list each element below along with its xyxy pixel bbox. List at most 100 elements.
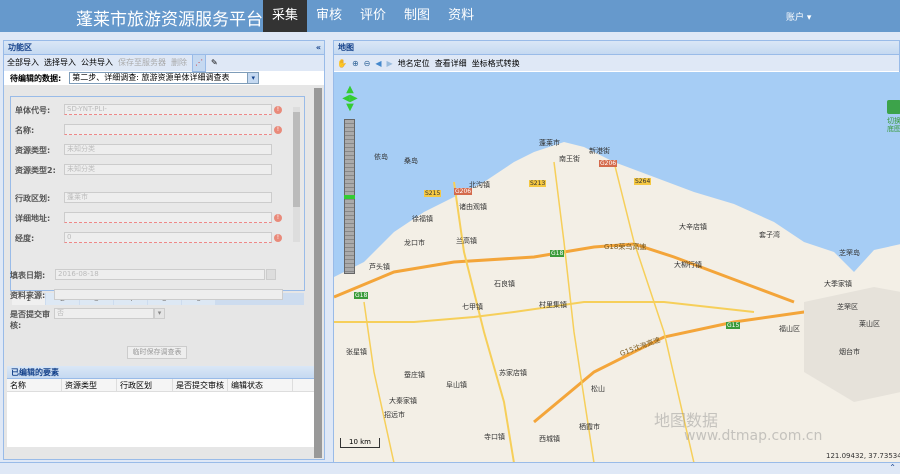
watermark: www.dtmap.com.cn [684, 428, 823, 444]
select-import-button[interactable]: 选择导入 [44, 55, 76, 71]
form-scrollbar[interactable] [293, 107, 300, 242]
field-label: 详细地址: [15, 214, 51, 223]
address-input[interactable] [64, 212, 272, 223]
edited-table-header: 名称 资源类型 行政区划 是否提交审核 编辑状态 [7, 379, 315, 392]
edit-data-label: 待编辑的数据: [10, 73, 62, 83]
expand-icon[interactable]: ⌃ [889, 463, 896, 472]
col-status[interactable]: 编辑状态 [228, 379, 293, 391]
panel-title: 功能区 [8, 43, 32, 52]
edit-data-select[interactable]: 第二步、详细调查: 旅游资源单体详细调查表 ▾ [69, 72, 260, 84]
function-toolbar: 全部导入 选择导入 公共导入 保存至服务器 删除 ⋰ ✎ [4, 54, 324, 72]
chevron-down-icon[interactable]: ▾ [247, 72, 260, 84]
road-shield: S264 [634, 178, 652, 185]
source-input[interactable] [54, 289, 283, 300]
view-details-button[interactable]: 查看详细 [435, 58, 467, 69]
col-submit[interactable]: 是否提交审核 [173, 379, 228, 391]
submit-review-select[interactable]: 否 [54, 308, 154, 319]
pan-control[interactable]: ▲ ◀▶ ▼ [341, 85, 359, 115]
code-input[interactable]: SD-YNT-PLI- [64, 104, 272, 115]
coordinate-readout: 121.09432, 37.73534 [826, 452, 900, 460]
place-label: 大辛店镇 [679, 223, 707, 231]
nav-review[interactable]: 审核 [307, 0, 351, 32]
place-label: 依岛 [374, 153, 388, 161]
resource-type-input[interactable]: 未知分类 [64, 144, 272, 155]
collapse-icon[interactable]: « [316, 41, 321, 55]
basemap-switch-label[interactable]: 底图 [887, 124, 900, 134]
temp-save-button[interactable]: 临时保存调查表 [127, 346, 187, 359]
place-label: 村里集镇 [539, 301, 567, 309]
col-type[interactable]: 资源类型 [62, 379, 117, 391]
place-label: 福山区 [779, 325, 800, 333]
col-name[interactable]: 名称 [7, 379, 62, 391]
nav-mapping[interactable]: 制图 [395, 0, 439, 32]
road-shield: S215 [424, 190, 442, 197]
field-label: 经度: [15, 234, 35, 243]
account-menu[interactable]: 账户 ▾ [786, 10, 811, 23]
bottom-bar: ⌃ [0, 462, 900, 474]
col-district[interactable]: 行政区划 [117, 379, 173, 391]
calendar-icon[interactable] [266, 269, 276, 280]
edit-pencil-icon[interactable]: ✎ [211, 55, 218, 71]
highway-label: G18荣乌高速 [604, 243, 647, 251]
field-label: 资源类型: [15, 146, 51, 155]
longitude-input[interactable]: 0 [64, 232, 272, 243]
pan-hand-icon[interactable]: ✋ [337, 59, 347, 68]
place-label: 莱山区 [859, 320, 880, 328]
nav-collect[interactable]: 采集 [263, 0, 308, 32]
map-panel: 地图 ✋ ⊕ ⊖ ◀ ▶ 地名定位 查看详细 坐标格式转换 蓬莱市 南王街 新港… [333, 40, 900, 463]
place-label: 大季家镇 [824, 280, 852, 288]
place-label: 芝罘岛 [839, 249, 860, 257]
place-label: 徐福镇 [412, 215, 433, 223]
warning-icon: ! [274, 106, 282, 114]
delete-button[interactable]: 删除 [171, 55, 187, 71]
edit-data-value: 第二步、详细调查: 旅游资源单体详细调查表 [72, 73, 230, 82]
road-shield: G15 [726, 322, 741, 329]
field-label: 资源类型2: [15, 166, 56, 175]
chevron-down-icon[interactable]: ▾ [154, 308, 165, 319]
field-label: 是否提交审核: [10, 310, 50, 330]
fill-date-input[interactable]: 2016-08-18 [55, 269, 265, 280]
road [553, 161, 595, 463]
field-label: 名称: [15, 126, 35, 135]
locate-place-button[interactable]: 地名定位 [398, 58, 430, 69]
map-view[interactable]: 蓬莱市 南王街 新港街 依岛 桑岛 北沟镇 诸由观镇 徐福镇 龙口市 兰高镇 芦… [334, 72, 900, 463]
place-label: 桑岛 [404, 157, 418, 165]
back-arrow-icon[interactable]: ◀ [375, 59, 381, 68]
road-shield: G206 [599, 160, 618, 167]
left-scrollbar[interactable] [314, 88, 322, 458]
zoom-out-icon[interactable]: ⊖ [364, 59, 371, 68]
top-bar: 蓬莱市旅游资源服务平台 采集 审核 评价 制图 资料 账户 ▾ [0, 0, 900, 32]
import-all-button[interactable]: 全部导入 [7, 55, 39, 71]
map-toolbar: ✋ ⊕ ⊖ ◀ ▶ 地名定位 查看详细 坐标格式转换 [334, 55, 899, 71]
place-label: 龙口市 [404, 239, 425, 247]
place-label: 套子湾 [759, 231, 780, 239]
nav-evaluate[interactable]: 评价 [351, 0, 395, 32]
place-label: 西城镇 [539, 435, 560, 443]
place-label: 寺口镇 [484, 433, 505, 441]
scale-bar: 10 km [340, 438, 380, 448]
edited-elements-panel: 已编辑的要素 名称 资源类型 行政区划 是否提交审核 编辑状态 [7, 366, 315, 447]
field-label: 填表日期: [10, 271, 46, 280]
nav-materials[interactable]: 资料 [439, 0, 483, 32]
zoom-slider-handle[interactable] [344, 195, 355, 199]
basemap-switch-icon[interactable] [887, 100, 900, 114]
place-label: 栖霞市 [579, 423, 600, 431]
district-input[interactable]: 蓬莱市 [64, 192, 272, 203]
edit-data-row: 待编辑的数据: 第二步、详细调查: 旅游资源单体详细调查表 ▾ [4, 71, 324, 85]
name-input[interactable] [64, 124, 272, 135]
main-nav: 采集 审核 评价 制图 资料 [263, 0, 483, 32]
resource-type2-input[interactable]: 未知分类 [64, 164, 272, 175]
field-label: 单体代号: [15, 106, 51, 115]
forward-arrow-icon[interactable]: ▶ [387, 59, 393, 68]
place-label: 南王街 [559, 155, 580, 163]
place-label: 新港街 [589, 147, 610, 155]
zoom-in-icon[interactable]: ⊕ [352, 59, 359, 68]
public-import-button[interactable]: 公共导入 [81, 55, 113, 71]
zoom-slider[interactable] [344, 119, 355, 274]
coord-convert-button[interactable]: 坐标格式转换 [472, 58, 520, 69]
place-label: 兰高镇 [456, 237, 477, 245]
save-to-server-button[interactable]: 保存至服务器 [118, 55, 166, 71]
draw-line-icon[interactable]: ⋰ [192, 54, 206, 72]
edited-table-body [7, 392, 315, 447]
function-panel: 功能区 « 全部导入 选择导入 公共导入 保存至服务器 删除 ⋰ ✎ 待编辑的数据… [3, 40, 325, 460]
